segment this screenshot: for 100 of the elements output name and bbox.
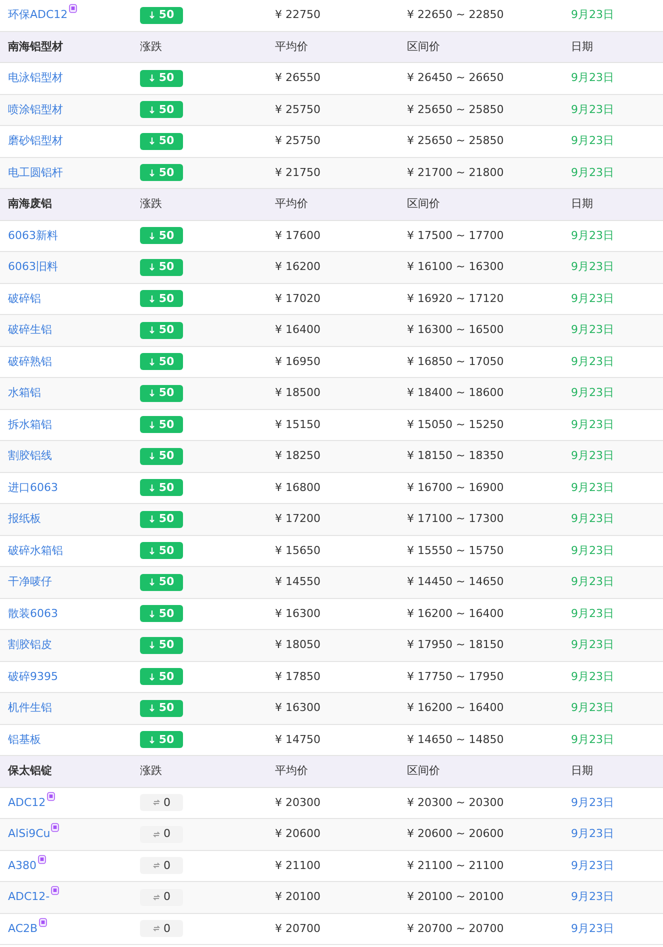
average-price: ¥ 20300 — [275, 794, 322, 810]
product-link[interactable]: 机件生铝 — [8, 700, 52, 716]
date-text: 9月23日 — [571, 448, 615, 464]
product-link[interactable]: 割胶铝线 — [8, 448, 52, 464]
product-link[interactable]: 干净唛仔 — [8, 574, 52, 590]
product-link[interactable]: AC2B — [8, 920, 38, 937]
product-link[interactable]: 割胶铝皮 — [8, 637, 52, 654]
product-link[interactable]: 铝基板 — [8, 732, 41, 748]
average-price: ¥ 18500 — [275, 385, 322, 401]
date-text: 9月23日 — [571, 322, 615, 338]
down-arrow-icon — [148, 137, 155, 146]
product-link[interactable]: A380 — [8, 858, 37, 874]
column-header: 涨跌 — [140, 763, 163, 779]
change-badge: 50 — [140, 605, 183, 622]
change-badge: 50 — [140, 510, 183, 528]
price-range: ¥ 16850 ~ 17050 — [407, 354, 505, 370]
product-link[interactable]: 6063新料 — [8, 228, 58, 244]
price-range: ¥ 21700 ~ 21800 — [407, 164, 505, 180]
average-price: ¥ 25750 — [275, 102, 322, 118]
column-header: 日期 — [571, 38, 594, 54]
change-badge: 50 — [140, 479, 183, 496]
swap-arrows-icon — [152, 799, 160, 806]
date-text: 9月23日 — [571, 606, 615, 622]
down-arrow-icon — [148, 546, 155, 555]
average-price: ¥ 18050 — [275, 637, 322, 653]
product-link[interactable]: 破碎熟铝 — [8, 354, 52, 370]
product-link[interactable]: 磨砂铝型材 — [8, 133, 63, 150]
change-badge: 0 — [140, 857, 183, 874]
date-text: 9月23日 — [571, 858, 615, 874]
average-price: ¥ 16200 — [275, 259, 322, 275]
change-badge: 0 — [140, 794, 183, 812]
down-arrow-icon — [148, 578, 155, 586]
date-text: 9月23日 — [571, 102, 615, 118]
down-arrow-icon — [148, 74, 155, 82]
date-text: 9月23日 — [571, 511, 615, 527]
change-badge: 50 — [140, 258, 183, 276]
average-price: ¥ 20600 — [275, 826, 322, 842]
product-link[interactable]: 破碎生铝 — [8, 322, 52, 338]
change-badge: 50 — [140, 322, 183, 339]
date-text: 9月23日 — [571, 7, 615, 23]
price-range: ¥ 14650 ~ 14850 — [407, 732, 505, 748]
price-range: ¥ 17950 ~ 18150 — [407, 637, 505, 653]
price-range: ¥ 26450 ~ 26650 — [407, 70, 505, 86]
change-badge: 50 — [140, 574, 183, 591]
date-text: 9月23日 — [571, 385, 615, 401]
product-link[interactable]: 破碎9395 — [8, 668, 58, 685]
column-header: 区间价 — [407, 763, 441, 779]
price-range: ¥ 21100 ~ 21100 — [407, 858, 505, 874]
product-link[interactable]: 6063旧料 — [8, 259, 58, 276]
swap-arrows-icon — [152, 925, 160, 932]
change-badge: 50 — [140, 384, 183, 402]
change-badge: 50 — [140, 700, 183, 717]
price-range: ¥ 16100 ~ 16300 — [407, 259, 505, 275]
date-text: 9月23日 — [571, 133, 615, 149]
down-arrow-icon — [148, 106, 155, 114]
product-link[interactable]: 环保ADC12 — [8, 7, 68, 24]
price-range: ¥ 20300 ~ 20300 — [407, 794, 505, 810]
swap-arrows-icon — [152, 894, 160, 901]
down-arrow-icon — [148, 294, 155, 303]
change-badge: 50 — [140, 70, 183, 87]
change-badge: 0 — [140, 826, 183, 843]
date-text: 9月23日 — [571, 574, 615, 590]
down-arrow-icon — [148, 484, 155, 492]
price-range: ¥ 18150 ~ 18350 — [407, 448, 505, 464]
product-link[interactable]: 电工圆铝杆 — [8, 164, 63, 181]
product-link[interactable]: 报纸板 — [8, 511, 41, 528]
product-link[interactable]: ADC12 — [8, 794, 46, 811]
product-link[interactable]: 破碎铝 — [8, 290, 41, 307]
change-badge: 50 — [140, 448, 183, 465]
product-link[interactable]: ADC12- — [8, 889, 50, 906]
date-text: 9月23日 — [571, 70, 615, 86]
column-header: 平均价 — [275, 38, 309, 54]
product-link[interactable]: AlSi9Cu — [8, 826, 50, 842]
column-header: 保太铝锭 — [6, 763, 53, 779]
change-badge: 0 — [140, 888, 183, 906]
product-link[interactable]: 拆水箱铝 — [8, 416, 52, 433]
product-link[interactable]: 散装6063 — [8, 606, 58, 622]
product-link[interactable]: 喷涂铝型材 — [8, 102, 63, 118]
down-arrow-icon — [148, 452, 155, 460]
product-link[interactable]: 电泳铝型材 — [8, 70, 63, 86]
average-price: ¥ 20700 — [275, 920, 322, 936]
change-badge: 50 — [140, 132, 183, 150]
average-price: ¥ 20100 — [275, 889, 322, 905]
down-arrow-icon — [148, 420, 155, 429]
down-arrow-icon — [148, 672, 155, 681]
column-header: 涨跌 — [140, 38, 163, 54]
swap-arrows-icon — [152, 830, 160, 838]
price-range: ¥ 17500 ~ 17700 — [407, 228, 505, 244]
down-arrow-icon — [148, 515, 155, 524]
product-link[interactable]: 水箱铝 — [8, 385, 41, 402]
date-text: 9月23日 — [571, 700, 615, 716]
column-header: 区间价 — [407, 38, 441, 54]
average-price: ¥ 16400 — [275, 322, 322, 338]
date-text: 9月23日 — [571, 826, 615, 842]
price-range: ¥ 14450 ~ 14650 — [407, 574, 505, 590]
product-link[interactable]: 破碎水箱铝 — [8, 542, 63, 559]
date-text: 9月23日 — [571, 290, 615, 306]
product-link[interactable]: 进口6063 — [8, 480, 58, 496]
swap-arrows-icon — [152, 862, 160, 870]
down-arrow-icon — [148, 11, 155, 20]
